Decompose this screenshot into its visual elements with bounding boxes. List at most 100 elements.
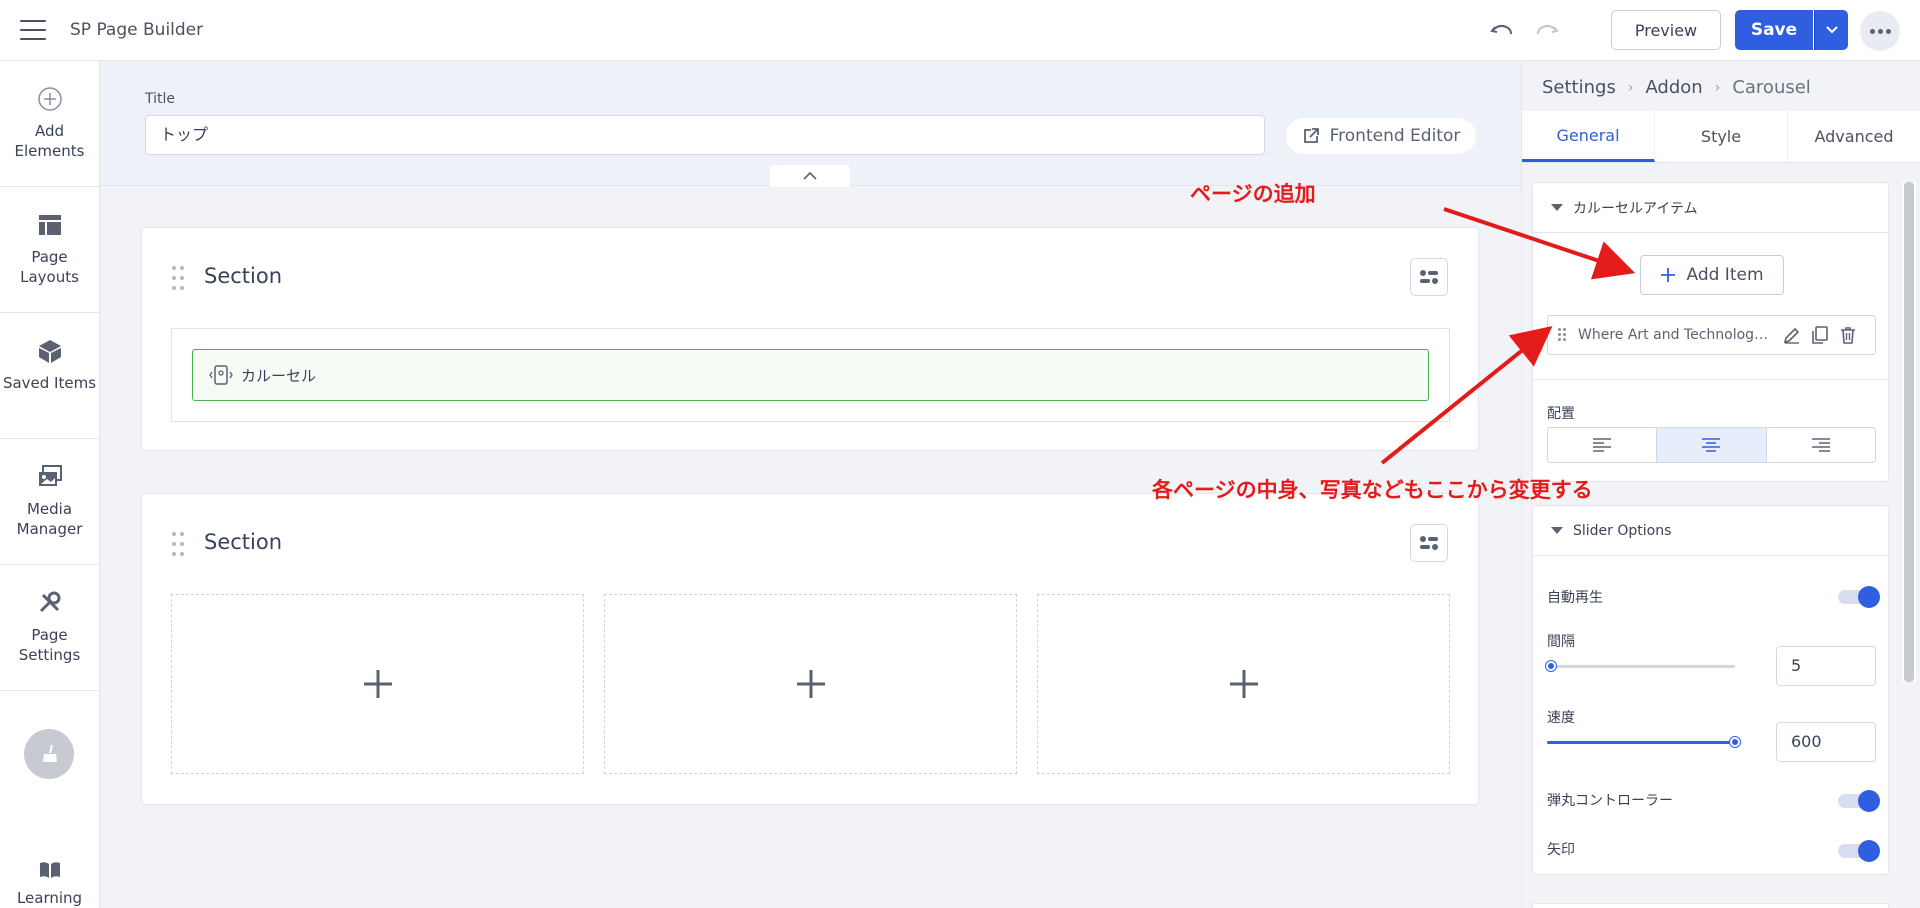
external-link-icon bbox=[1303, 128, 1319, 143]
tab-general[interactable]: General bbox=[1522, 111, 1655, 162]
carousel-addon[interactable]: カルーセル bbox=[192, 349, 1429, 401]
preview-button[interactable]: Preview bbox=[1611, 10, 1721, 50]
alignment-selector bbox=[1547, 427, 1876, 463]
interval-label: 間隔 bbox=[1547, 634, 1575, 650]
sidebar-item-page-layouts[interactable]: Page Layouts bbox=[0, 187, 99, 313]
save-options-dropdown[interactable] bbox=[1814, 10, 1848, 50]
empty-column-2[interactable] bbox=[604, 594, 1017, 774]
title-input[interactable]: トップ bbox=[145, 115, 1265, 155]
chevron-up-icon bbox=[803, 171, 817, 180]
carousel-items-card: カルーセルアイテム Add Item Where Art and Technol… bbox=[1532, 182, 1889, 482]
annotation-edit-content: 各ページの中身、写真などもここから変更する bbox=[1152, 478, 1593, 502]
autoplay-label: 自動再生 bbox=[1547, 590, 1603, 606]
frontend-editor-button[interactable]: Frontend Editor bbox=[1286, 118, 1476, 154]
drag-handle-icon[interactable] bbox=[1558, 328, 1568, 342]
caret-down-icon bbox=[1551, 204, 1563, 211]
book-icon bbox=[39, 862, 60, 878]
collapse-title-toggle[interactable] bbox=[770, 165, 850, 187]
align-left-button[interactable] bbox=[1548, 428, 1658, 462]
speed-slider[interactable] bbox=[1547, 737, 1740, 747]
add-item-button[interactable]: Add Item bbox=[1640, 255, 1784, 295]
next-card-edge bbox=[1532, 903, 1889, 908]
breadcrumb-item: Carousel bbox=[1732, 77, 1811, 98]
row-container: カルーセル bbox=[171, 328, 1450, 422]
align-right-button[interactable] bbox=[1767, 428, 1875, 462]
panel-scrollbar[interactable] bbox=[1902, 182, 1916, 682]
add-item-label: Add Item bbox=[1686, 265, 1764, 285]
plus-circle-icon bbox=[37, 87, 62, 111]
undo-icon[interactable] bbox=[1488, 17, 1516, 45]
breadcrumb-item[interactable]: Addon bbox=[1645, 77, 1702, 98]
empty-column-3[interactable] bbox=[1037, 594, 1450, 774]
align-center-button[interactable] bbox=[1657, 428, 1767, 462]
left-sidebar: Add Elements Page Layouts Saved Items Me… bbox=[0, 61, 100, 908]
plus-icon bbox=[796, 670, 825, 698]
chevron-right-icon: › bbox=[1627, 79, 1634, 96]
drag-handle-icon[interactable] bbox=[172, 532, 184, 556]
slider-options-header[interactable]: Slider Options bbox=[1533, 506, 1888, 556]
speed-slider-fill bbox=[1547, 741, 1735, 744]
caret-down-icon bbox=[1551, 527, 1563, 534]
trash-icon[interactable] bbox=[1838, 325, 1858, 345]
app-title: SP Page Builder bbox=[70, 20, 204, 40]
more-options-button[interactable] bbox=[1860, 11, 1900, 51]
align-center-icon bbox=[1702, 438, 1721, 452]
section-1: Section カルーセル bbox=[141, 227, 1479, 451]
bullets-toggle[interactable] bbox=[1838, 790, 1880, 812]
cleanup-button[interactable] bbox=[24, 729, 74, 779]
section-settings-button[interactable] bbox=[1410, 524, 1448, 562]
speed-slider-handle[interactable] bbox=[1730, 737, 1740, 747]
edit-icon[interactable] bbox=[1782, 325, 1802, 345]
align-right-icon bbox=[1811, 438, 1830, 452]
card-title: Slider Options bbox=[1573, 522, 1672, 539]
sidebar-item-label: Add Elements bbox=[14, 122, 85, 160]
sidebar-item-media-manager[interactable]: Media Manager bbox=[0, 439, 99, 565]
section-title: Section bbox=[204, 530, 283, 554]
carousel-item-title: Where Art and Technology ... bbox=[1578, 327, 1774, 343]
breadcrumb: Settings › Addon › Carousel bbox=[1542, 77, 1811, 98]
plus-icon bbox=[1661, 268, 1676, 282]
cube-icon bbox=[38, 340, 61, 363]
carousel-icon bbox=[209, 365, 233, 385]
copy-icon[interactable] bbox=[1810, 325, 1830, 345]
sidebar-item-saved-items[interactable]: Saved Items bbox=[0, 313, 99, 439]
interval-input[interactable]: 5 bbox=[1776, 646, 1876, 686]
section-2: Section bbox=[141, 493, 1479, 805]
title-area: Title トップ Frontend Editor bbox=[100, 61, 1521, 187]
drag-handle-icon[interactable] bbox=[172, 266, 184, 290]
chevron-right-icon: › bbox=[1714, 79, 1721, 96]
sidebar-item-page-settings[interactable]: Page Settings bbox=[0, 565, 99, 691]
redo-icon[interactable] bbox=[1533, 17, 1561, 45]
broom-icon bbox=[43, 744, 57, 762]
interval-slider-handle[interactable] bbox=[1546, 661, 1556, 671]
sidebar-item-label: Page Layouts bbox=[20, 248, 79, 286]
breadcrumb-item[interactable]: Settings bbox=[1542, 77, 1616, 98]
tab-advanced[interactable]: Advanced bbox=[1788, 111, 1920, 162]
arrows-toggle[interactable] bbox=[1838, 840, 1880, 862]
bullets-label: 弾丸コントローラー bbox=[1547, 793, 1673, 809]
sidebar-item-label: Learning bbox=[16, 889, 83, 907]
speed-input[interactable]: 600 bbox=[1776, 722, 1876, 762]
save-button[interactable]: Save bbox=[1735, 10, 1813, 50]
layout-icon bbox=[38, 215, 61, 235]
settings-sliders-icon bbox=[1420, 536, 1438, 550]
sidebar-item-add-elements[interactable]: Add Elements bbox=[0, 61, 99, 187]
top-bar: SP Page Builder Preview Save bbox=[0, 0, 1920, 61]
tab-style[interactable]: Style bbox=[1655, 111, 1788, 162]
empty-column-1[interactable] bbox=[171, 594, 584, 774]
settings-tabs: General Style Advanced bbox=[1522, 111, 1920, 163]
images-icon bbox=[38, 465, 62, 486]
carousel-item[interactable]: Where Art and Technology ... bbox=[1547, 315, 1876, 355]
scrollbar-thumb[interactable] bbox=[1904, 182, 1914, 682]
card-title: カルーセルアイテム bbox=[1573, 200, 1698, 217]
autoplay-toggle[interactable] bbox=[1838, 586, 1880, 608]
carousel-items-header[interactable]: カルーセルアイテム bbox=[1533, 183, 1888, 233]
sidebar-item-label: Media Manager bbox=[16, 500, 83, 538]
tools-icon bbox=[39, 591, 60, 613]
sidebar-item-learning[interactable]: Learning bbox=[0, 861, 99, 907]
section-title: Section bbox=[204, 264, 283, 288]
frontend-editor-label: Frontend Editor bbox=[1329, 126, 1461, 146]
menu-icon[interactable] bbox=[20, 20, 46, 40]
interval-slider[interactable] bbox=[1546, 661, 1735, 671]
section-settings-button[interactable] bbox=[1410, 258, 1448, 296]
